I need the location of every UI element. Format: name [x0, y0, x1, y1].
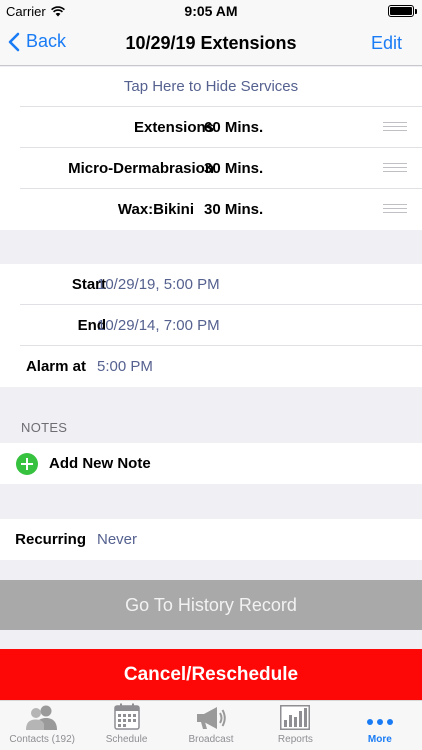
service-row[interactable]: Extensions 60 Mins.: [20, 107, 422, 148]
recurring-value[interactable]: Never: [97, 519, 137, 560]
back-label: Back: [26, 31, 67, 51]
status-bar: Carrier 9:05 AM: [0, 0, 422, 22]
alarm-label: Alarm at: [25, 358, 86, 375]
bar-chart-icon: [280, 705, 311, 730]
page-title: 10/29/19 Extensions: [125, 33, 297, 53]
tab-label: Reports: [277, 734, 313, 745]
megaphone-icon: [197, 707, 226, 729]
add-circle-icon: [16, 452, 38, 475]
edit-button[interactable]: Edit: [371, 33, 402, 54]
chevron-left-icon: [8, 32, 20, 51]
tab-reports[interactable]: Reports: [253, 701, 337, 750]
battery-icon: [388, 5, 417, 17]
tab-more[interactable]: More: [338, 701, 422, 750]
service-row[interactable]: Wax:Bikini 30 Mins.: [0, 189, 422, 230]
service-name: Wax:Bikini: [117, 201, 194, 218]
hide-services-toggle[interactable]: Tap Here to Hide Services: [20, 67, 422, 107]
end-value[interactable]: 10/29/14, 7:00 PM: [97, 305, 220, 346]
tab-bar: Contacts (192) Schedule Broadcast Report…: [0, 700, 422, 750]
tab-label: More: [367, 734, 392, 745]
back-button[interactable]: Back: [8, 31, 66, 52]
recurring-row[interactable]: Recurring Never: [0, 519, 422, 560]
contacts-icon: [26, 705, 58, 730]
service-name: Micro-Dermabrasion: [68, 160, 214, 177]
service-duration: 30 Mins.: [204, 201, 264, 218]
tab-label: Schedule: [105, 734, 148, 745]
service-duration: 30 Mins.: [204, 160, 264, 177]
services-section: Tap Here to Hide Services Extensions 60 …: [0, 67, 422, 230]
service-row[interactable]: Micro-Dermabrasion 30 Mins.: [20, 148, 422, 189]
clock: 9:05 AM: [184, 3, 238, 19]
tab-contacts[interactable]: Contacts (192): [0, 701, 84, 750]
drag-handle-icon[interactable]: [383, 204, 407, 213]
tab-label: Broadcast: [188, 734, 234, 745]
service-name: Extensions: [133, 119, 214, 136]
service-duration: 60 Mins.: [204, 119, 264, 136]
add-note-label: Add New Note: [49, 455, 151, 472]
drag-handle-icon[interactable]: [383, 163, 407, 172]
alarm-value[interactable]: 5:00 PM: [97, 346, 153, 387]
calendar-icon: [113, 703, 140, 730]
end-row[interactable]: End 10/29/14, 7:00 PM: [20, 305, 422, 346]
recurring-section: Recurring Never: [0, 519, 422, 560]
drag-handle-icon[interactable]: [383, 122, 407, 131]
more-dots-icon: [366, 719, 393, 725]
navigation-bar: Back 10/29/19 Extensions Edit: [0, 22, 422, 66]
add-note-button[interactable]: Add New Note: [0, 443, 422, 484]
tab-label: Contacts (192): [9, 734, 75, 745]
history-record-button[interactable]: Go To History Record: [0, 580, 422, 630]
schedule-section: Start 10/29/19, 5:00 PM End 10/29/14, 7:…: [0, 264, 422, 387]
notes-section: Add New Note: [0, 443, 422, 484]
notes-section-header: NOTES: [21, 420, 68, 435]
cancel-reschedule-button[interactable]: Cancel/Reschedule: [0, 649, 422, 700]
alarm-row[interactable]: Alarm at 5:00 PM: [0, 346, 422, 387]
recurring-label: Recurring: [15, 531, 86, 548]
tab-schedule[interactable]: Schedule: [84, 701, 168, 750]
tab-broadcast[interactable]: Broadcast: [169, 701, 253, 750]
start-row[interactable]: Start 10/29/19, 5:00 PM: [20, 264, 422, 305]
start-value[interactable]: 10/29/19, 5:00 PM: [97, 264, 220, 305]
